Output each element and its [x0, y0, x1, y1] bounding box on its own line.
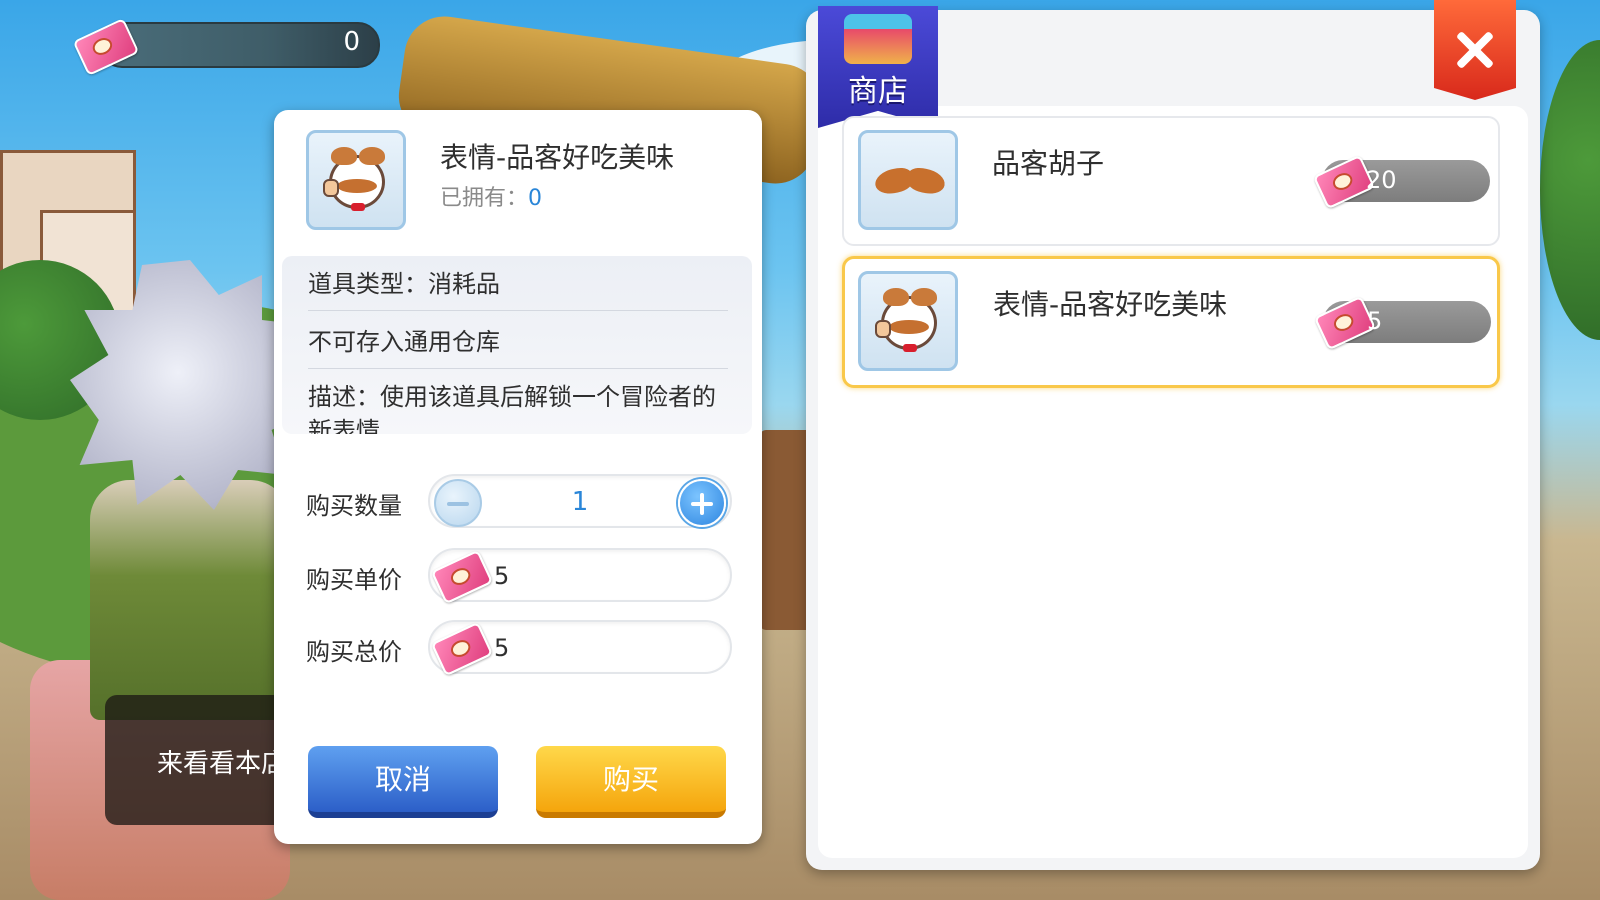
tree: [1540, 40, 1600, 340]
item-icon-frame: [858, 271, 958, 371]
pringles-emote-icon: [875, 286, 941, 358]
quantity-label: 购买数量: [306, 492, 402, 520]
item-description: 描述：使用该道具后解锁一个冒险者的新表情: [308, 383, 716, 434]
npc-dialog-bubble[interactable]: 来看看本店: [105, 695, 295, 825]
shop-item-price: 5: [1313, 295, 1491, 351]
pringles-ticket-icon: [430, 621, 494, 677]
shop-item-price-value: 20: [1366, 166, 1397, 194]
storage-restriction: 不可存入通用仓库: [308, 328, 500, 356]
total-price-field: 5: [428, 620, 732, 677]
shop-item-name: 品客胡子: [992, 147, 1105, 180]
currency-bar: 0: [100, 22, 380, 68]
buy-button[interactable]: 购买: [536, 746, 726, 818]
shop-item-price-value: 5: [1367, 307, 1383, 335]
player-body: [90, 480, 290, 720]
item-properties[interactable]: 道具类型：消耗品 不可存入通用仓库 描述：使用该道具后解锁一个冒险者的新表情: [282, 256, 752, 434]
owned-label: 已拥有：: [440, 186, 529, 211]
unit-price-value: 5: [494, 562, 510, 590]
cancel-button[interactable]: 取消: [308, 746, 498, 818]
shop-item-price: 20: [1312, 154, 1490, 210]
shop-title: 商店: [848, 74, 908, 109]
item-icon-frame: [858, 130, 958, 230]
close-button[interactable]: [1434, 0, 1516, 100]
quantity-stepper[interactable]: 1: [428, 474, 732, 528]
currency-value: 0: [343, 27, 360, 57]
owned-value: 0: [528, 186, 543, 211]
increase-quantity-button[interactable]: [678, 479, 726, 527]
shop-item-mustache[interactable]: 品客胡子 20: [842, 116, 1500, 246]
npc-dialog-text: 来看看本店: [157, 749, 288, 779]
item-icon-frame: [306, 130, 406, 230]
owned-count: 已拥有：0: [440, 180, 542, 212]
pringles-ticket-icon: [430, 549, 494, 605]
divider: [308, 310, 728, 311]
item-type: 道具类型：消耗品: [308, 270, 500, 298]
mustache-icon: [875, 169, 945, 195]
item-name: 表情-品客好吃美味: [440, 141, 675, 174]
purchase-dialog: 表情-品客好吃美味 已拥有：0 道具类型：消耗品 不可存入通用仓库 描述：使用该…: [274, 110, 762, 844]
unit-price-label: 购买单价: [306, 566, 402, 594]
shop-title-banner: 商店: [818, 6, 938, 128]
shop-item-name: 表情-品客好吃美味: [993, 288, 1228, 321]
total-price-value: 5: [494, 634, 510, 662]
total-price-label: 购买总价: [306, 638, 402, 666]
unit-price-field: 5: [428, 548, 732, 605]
shop-item-emote[interactable]: 表情-品客好吃美味 5: [842, 256, 1500, 388]
shop-chest-icon: [844, 14, 912, 64]
pringles-emote-icon: [323, 145, 389, 217]
divider: [308, 368, 728, 369]
